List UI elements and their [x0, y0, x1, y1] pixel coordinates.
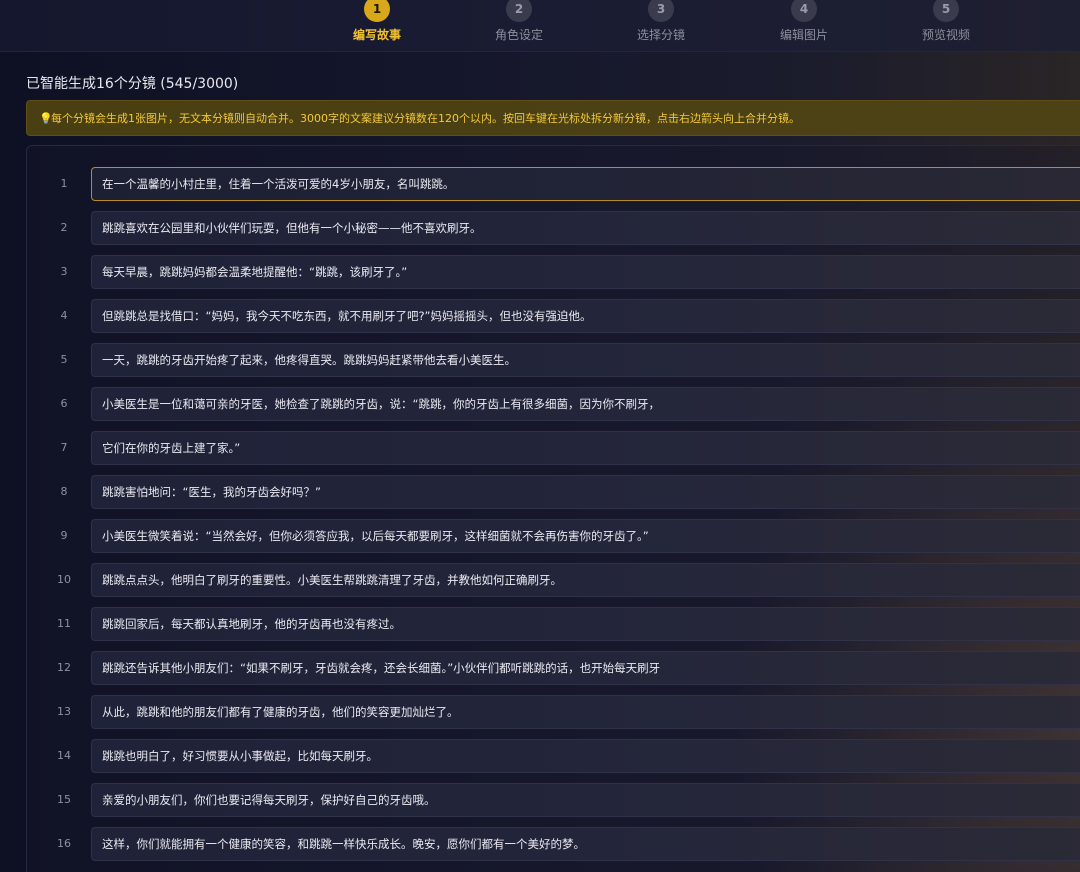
shot-row: 3 每天早晨，跳跳妈妈都会温柔地提醒他：“跳跳，该刷牙了。”: [27, 255, 1080, 289]
shot-number: 13: [57, 705, 71, 718]
shot-row: 1 在一个温馨的小村庄里，住着一个活泼可爱的4岁小朋友，名叫跳跳。: [27, 167, 1080, 201]
shot-text-input[interactable]: 从此，跳跳和他的朋友们都有了健康的牙齿，他们的笑容更加灿烂了。: [91, 695, 1080, 729]
shot-text-input[interactable]: 这样，你们就能拥有一个健康的笑容，和跳跳一样快乐成长。晚安，愿你们都有一个美好的…: [91, 827, 1080, 861]
shot-number: 4: [60, 309, 68, 322]
shot-number: 9: [60, 529, 68, 542]
shot-row: 5 一天，跳跳的牙齿开始疼了起来，他疼得直哭。跳跳妈妈赶紧带他去看小美医生。: [27, 343, 1080, 377]
shot-number: 12: [57, 661, 71, 674]
shot-number: 14: [57, 749, 71, 762]
shot-row: 10 跳跳点点头，他明白了刷牙的重要性。小美医生帮跳跳清理了牙齿，并教他如何正确…: [27, 563, 1080, 597]
shot-row: 14 跳跳也明白了，好习惯要从小事做起，比如每天刷牙。: [27, 739, 1080, 773]
step-preview-video[interactable]: 5 预览视频: [886, 0, 1006, 52]
shot-row: 4 但跳跳总是找借口：“妈妈，我今天不吃东西，就不用刷牙了吧?”妈妈摇摇头，但也…: [27, 299, 1080, 333]
shot-row: 2 跳跳喜欢在公园里和小伙伴们玩耍，但他有一个小秘密——他不喜欢刷牙。: [27, 211, 1080, 245]
shot-number: 6: [60, 397, 68, 410]
step-number: 3: [648, 0, 674, 22]
shot-number: 10: [57, 573, 71, 586]
shot-number: 7: [60, 441, 68, 454]
shot-text-input[interactable]: 小美医生微笑着说：“当然会好，但你必须答应我，以后每天都要刷牙，这样细菌就不会再…: [91, 519, 1080, 553]
shot-number: 5: [60, 353, 68, 366]
shot-text-input[interactable]: 亲爱的小朋友们，你们也要记得每天刷牙，保护好自己的牙齿哦。: [91, 783, 1080, 817]
shot-text-input[interactable]: 跳跳喜欢在公园里和小伙伴们玩耍，但他有一个小秘密——他不喜欢刷牙。: [91, 211, 1080, 245]
shot-number: 3: [60, 265, 68, 278]
shot-number: 15: [57, 793, 71, 806]
step-number: 5: [933, 0, 959, 22]
shot-text-input[interactable]: 跳跳害怕地问：“医生，我的牙齿会好吗？”: [91, 475, 1080, 509]
step-number: 2: [506, 0, 532, 22]
shot-text-input[interactable]: 每天早晨，跳跳妈妈都会温柔地提醒他：“跳跳，该刷牙了。”: [91, 255, 1080, 289]
shot-number: 2: [60, 221, 68, 234]
shot-editor-panel: 1 在一个温馨的小村庄里，住着一个活泼可爱的4岁小朋友，名叫跳跳。 2 跳跳喜欢…: [26, 145, 1080, 872]
shot-text-input[interactable]: 跳跳也明白了，好习惯要从小事做起，比如每天刷牙。: [91, 739, 1080, 773]
step-label: 预览视频: [921, 28, 970, 42]
shot-row: 9 小美医生微笑着说：“当然会好，但你必须答应我，以后每天都要刷牙，这样细菌就不…: [27, 519, 1080, 553]
step-edit-images[interactable]: 4 编辑图片: [744, 0, 864, 52]
shot-text-input[interactable]: 跳跳还告诉其他小朋友们：“如果不刷牙，牙齿就会疼，还会长细菌。”小伙伴们都听跳跳…: [91, 651, 1080, 685]
shot-row: 13 从此，跳跳和他的朋友们都有了健康的牙齿，他们的笑容更加灿烂了。: [27, 695, 1080, 729]
shot-row: 11 跳跳回家后，每天都认真地刷牙，他的牙齿再也没有疼过。: [27, 607, 1080, 641]
step-label: 编辑图片: [779, 28, 828, 42]
step-label: 选择分镜: [636, 28, 685, 42]
step-write-story[interactable]: 1 编写故事: [317, 0, 437, 52]
shot-number: 11: [57, 617, 71, 630]
shot-text-input[interactable]: 它们在你的牙齿上建了家。”: [91, 431, 1080, 465]
app-window: 1 编写故事 2 角色设定 3 选择分镜 4 编辑图片 5 预览视频 已智能生成…: [0, 0, 1080, 872]
shot-text-input[interactable]: 一天，跳跳的牙齿开始疼了起来，他疼得直哭。跳跳妈妈赶紧带他去看小美医生。: [91, 343, 1080, 377]
shot-text-input[interactable]: 在一个温馨的小村庄里，住着一个活泼可爱的4岁小朋友，名叫跳跳。: [91, 167, 1080, 201]
shot-row: 8 跳跳害怕地问：“医生，我的牙齿会好吗？”: [27, 475, 1080, 509]
step-label: 编写故事: [352, 28, 401, 42]
shot-row: 6 小美医生是一位和蔼可亲的牙医，她检查了跳跳的牙齿，说：“跳跳，你的牙齿上有很…: [27, 387, 1080, 421]
shot-text-input[interactable]: 跳跳回家后，每天都认真地刷牙，他的牙齿再也没有疼过。: [91, 607, 1080, 641]
shot-text-input[interactable]: 但跳跳总是找借口：“妈妈，我今天不吃东西，就不用刷牙了吧?”妈妈摇摇头，但也没有…: [91, 299, 1080, 333]
stepper: 1 编写故事 2 角色设定 3 选择分镜 4 编辑图片 5 预览视频: [0, 0, 1080, 52]
step-select-shots[interactable]: 3 选择分镜: [601, 0, 721, 52]
shot-row: 16 这样，你们就能拥有一个健康的笑容，和跳跳一样快乐成长。晚安，愿你们都有一个…: [27, 827, 1080, 861]
step-number: 4: [791, 0, 817, 22]
shot-summary: 已智能生成16个分镜 (545/3000): [26, 76, 239, 92]
notice-banner: 💡 每个分镜会生成1张图片，无文本分镜则自动合并。3000字的文案建议分镜数在1…: [26, 100, 1080, 136]
shot-text-input[interactable]: 小美医生是一位和蔼可亲的牙医，她检查了跳跳的牙齿，说：“跳跳，你的牙齿上有很多细…: [91, 387, 1080, 421]
step-label: 角色设定: [494, 28, 543, 42]
shot-text-input[interactable]: 跳跳点点头，他明白了刷牙的重要性。小美医生帮跳跳清理了牙齿，并教他如何正确刷牙。: [91, 563, 1080, 597]
shot-number: 8: [60, 485, 68, 498]
step-number: 1: [364, 0, 390, 22]
shot-row: 12 跳跳还告诉其他小朋友们：“如果不刷牙，牙齿就会疼，还会长细菌。”小伙伴们都…: [27, 651, 1080, 685]
shot-number: 16: [57, 837, 71, 850]
shot-row: 7 它们在你的牙齿上建了家。”: [27, 431, 1080, 465]
step-character-settings[interactable]: 2 角色设定: [459, 0, 579, 52]
shot-number: 1: [60, 177, 68, 190]
notice-text: 每个分镜会生成1张图片，无文本分镜则自动合并。3000字的文案建议分镜数在120…: [51, 112, 800, 125]
lightbulb-icon: 💡: [39, 111, 53, 125]
shot-row: 15 亲爱的小朋友们，你们也要记得每天刷牙，保护好自己的牙齿哦。: [27, 783, 1080, 817]
